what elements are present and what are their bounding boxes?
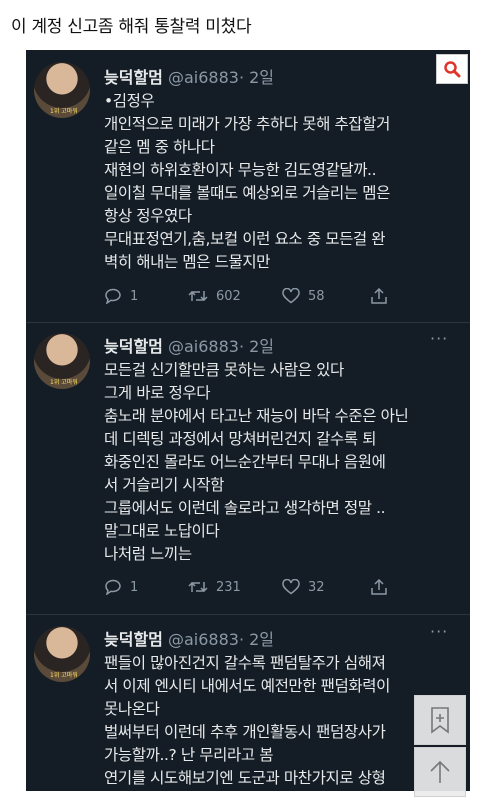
tweet-text: 모든걸 신기할만큼 못하는 사람은 있다 그게 바로 정우다 춤노래 분야에서 … <box>104 359 464 566</box>
like-count: 58 <box>308 288 325 304</box>
tweet-time[interactable]: · 2일 <box>239 68 274 87</box>
share-icon <box>371 288 387 304</box>
display-name[interactable]: 늦덕할멈 <box>104 630 163 649</box>
bookmark-icon <box>431 707 449 734</box>
retweet-icon <box>188 290 208 302</box>
user-handle[interactable]: @ai6883 <box>168 630 239 649</box>
avatar-caption: 1위 고마워 <box>50 672 78 679</box>
tweet-line: 못나온다 <box>104 700 160 718</box>
tweet-line: 연기를 시도해보기엔 도군과 마찬가지로 상형 <box>104 769 386 787</box>
share-button[interactable] <box>370 579 388 595</box>
like-count: 32 <box>308 579 325 595</box>
reply-button[interactable]: 1 <box>104 288 138 304</box>
more-options-icon[interactable]: ··· <box>430 622 448 641</box>
tweet-line: 나처럼 느끼는 <box>104 545 192 563</box>
tweet-line: 그게 바로 정우다 <box>104 384 211 402</box>
tweet-line: 그룹에서도 이런데 솔로라고 생각하면 정말 .. <box>104 499 386 517</box>
tweet-line: 춤노래 분야에서 타고난 재능이 바닥 수준은 아닌 <box>104 407 409 425</box>
like-button[interactable]: 32 <box>282 579 325 595</box>
arrow-up-icon <box>430 760 450 783</box>
retweet-button[interactable]: 602 <box>188 288 241 304</box>
tweet-line: 모든걸 신기할만큼 못하는 사람은 있다 <box>104 361 344 379</box>
avatar[interactable]: 1위 고마워 <box>34 626 90 682</box>
tweet-line: 벽히 해내는 멤은 드물지만 <box>104 253 271 271</box>
avatar[interactable]: 1위 고마워 <box>34 62 90 118</box>
tweet-screenshot: 1위 고마워 늦덕할멈 @ai6883· 2일 •김정우 개인적으로 미래가 가… <box>26 50 470 791</box>
share-icon <box>371 579 387 595</box>
tweet-header: 늦덕할멈 @ai6883· 2일 <box>104 64 274 88</box>
tweet-time[interactable]: · 2일 <box>239 337 274 356</box>
like-button[interactable]: 58 <box>282 288 325 304</box>
user-handle[interactable]: @ai6883 <box>168 337 239 356</box>
reply-button[interactable]: 1 <box>104 579 138 595</box>
bookmark-button[interactable] <box>414 695 466 745</box>
tweet-line: 서 거슬리기 시작함 <box>104 476 224 494</box>
divider <box>26 322 470 323</box>
user-handle[interactable]: @ai6883 <box>168 68 239 87</box>
tweet-line: 같은 멤 중 하나다 <box>104 138 215 156</box>
display-name[interactable]: 늦덕할멈 <box>104 337 163 356</box>
tweet-line: •김정우 <box>104 92 155 110</box>
avatar[interactable]: 1위 고마워 <box>34 333 90 389</box>
heart-icon <box>282 288 300 304</box>
retweet-count: 602 <box>216 288 241 304</box>
heart-icon <box>282 579 300 595</box>
tweet-time[interactable]: · 2일 <box>239 630 274 649</box>
tweet-line: 재현의 하위호환이자 무능한 김도영같달까.. <box>104 161 377 179</box>
tweet-line: 벌써부터 이런데 추후 개인활동시 팬덤장사가 <box>104 723 386 741</box>
tweet-line: 서 이제 엔시티 내에서도 예전만한 팬덤화력이 <box>104 677 390 695</box>
tweet-line: 데 디렉팅 과정에서 망쳐버린건지 갈수록 퇴 <box>104 430 377 448</box>
tweet-line: 말그대로 노답이다 <box>104 522 220 540</box>
reply-count: 1 <box>130 288 139 304</box>
search-icon <box>444 61 461 78</box>
divider <box>26 614 470 615</box>
tweet-text: •김정우 개인적으로 미래가 가장 추하다 못해 추잡할거 같은 멤 중 하나다… <box>104 90 464 274</box>
retweet-button[interactable]: 231 <box>188 579 241 595</box>
share-button[interactable] <box>370 288 388 304</box>
retweet-count: 231 <box>216 579 241 595</box>
tweet-text: 팬들이 많아진건지 갈수록 팬덤탈주가 심해져 서 이제 엔시티 내에서도 예전… <box>104 652 464 790</box>
search-button[interactable] <box>436 54 468 84</box>
retweet-icon <box>188 581 208 593</box>
tweet-line: 일이칠 무대를 볼때도 예상외로 거슬리는 멤은 <box>104 184 390 202</box>
display-name[interactable]: 늦덕할멈 <box>104 68 163 87</box>
tweet-header: 늦덕할멈 @ai6883· 2일 <box>104 333 274 357</box>
tweet-line: 팬들이 많아진건지 갈수록 팬덤탈주가 심해져 <box>104 654 386 672</box>
avatar-caption: 1위 고마워 <box>50 108 78 115</box>
avatar-caption: 1위 고마워 <box>50 379 78 386</box>
reply-icon <box>105 579 121 595</box>
tweet-line: 개인적으로 미래가 가장 추하다 못해 추잡할거 <box>104 115 390 133</box>
scroll-top-button[interactable] <box>414 747 466 797</box>
tweet-line: 항상 정우였다 <box>104 207 192 225</box>
tweet-line: 가능할까..? 난 무리라고 봄 <box>104 746 274 764</box>
tweet-header: 늦덕할멈 @ai6883· 2일 <box>104 626 274 650</box>
post-title: 이 계정 신고좀 해줘 통찰력 미쳤다 <box>11 17 252 37</box>
reply-icon <box>105 288 121 304</box>
tweet-line: 화중인진 몰라도 어느순간부터 무대나 음원에 <box>104 453 386 471</box>
tweet-line: 무대표정연기,춤,보컬 이런 요소 중 모든걸 완 <box>104 230 386 248</box>
more-options-icon[interactable]: ··· <box>430 329 448 348</box>
reply-count: 1 <box>130 579 139 595</box>
